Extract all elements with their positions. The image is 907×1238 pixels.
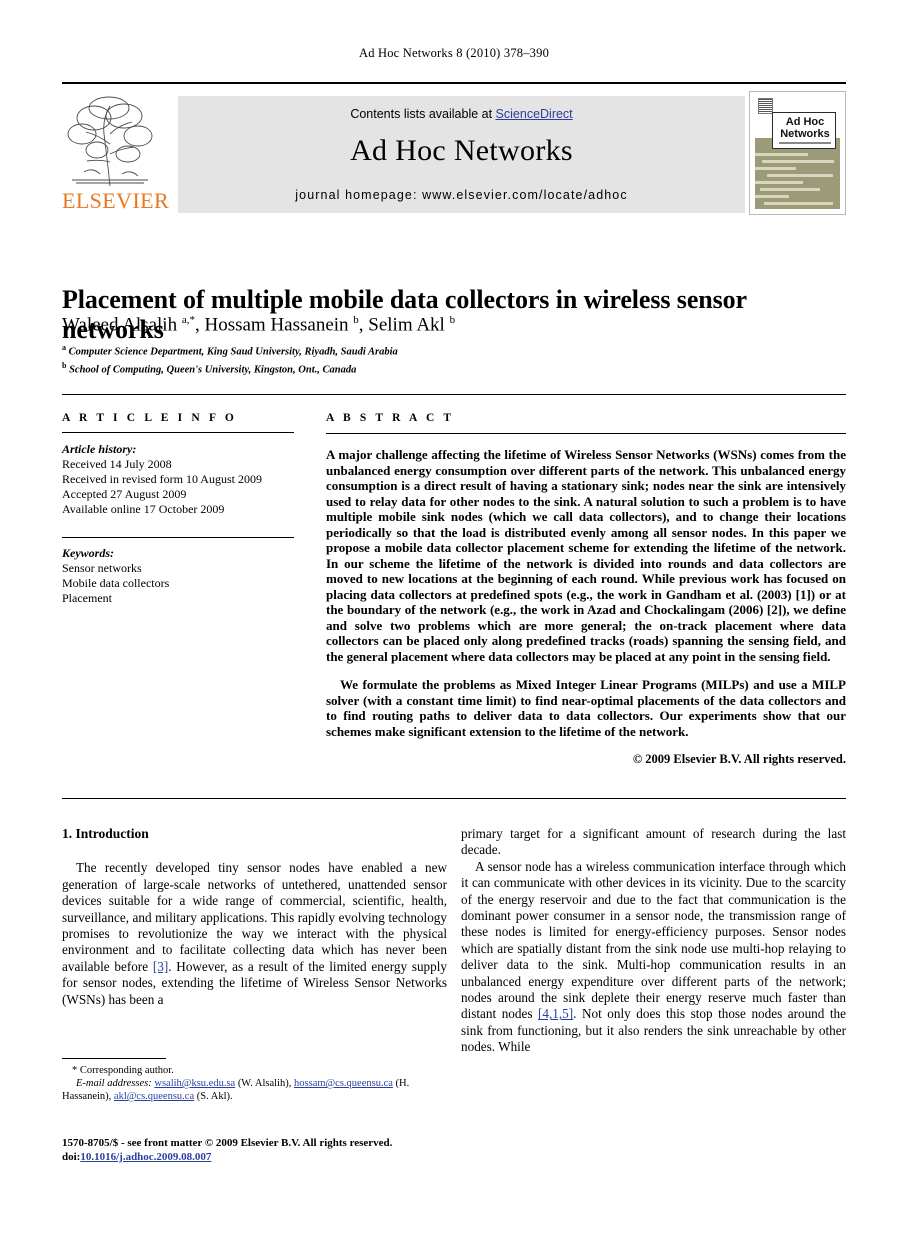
body-text: A sensor node has a wireless communicati… [461, 858, 846, 1022]
article-history-label: Article history: [62, 442, 137, 456]
abstract-paragraph: A major challenge affecting the lifetime… [326, 447, 846, 664]
body-paragraph: primary target for a significant amount … [461, 826, 846, 858]
masthead-grey-band: Contents lists available at ScienceDirec… [178, 96, 745, 213]
keyword-item: Sensor networks [62, 561, 142, 575]
affiliation-list: a Computer Science Department, King Saud… [62, 341, 852, 377]
cover-title-underline [779, 142, 831, 144]
doi-line: doi:10.1016/j.adhoc.2009.08.007 [62, 1151, 462, 1165]
affiliation-b-text: School of Computing, Queen's University,… [69, 364, 357, 376]
masthead-top-rule [62, 82, 846, 84]
email-link-alsalih[interactable]: wsalih@ksu.edu.sa [154, 1078, 235, 1089]
affiliation-a-text: Computer Science Department, King Saud U… [68, 346, 398, 358]
history-item: Received in revised form 10 August 2009 [62, 472, 262, 486]
contents-available-prefix: Contents lists available at [350, 107, 496, 121]
abstract-copyright: © 2009 Elsevier B.V. All rights reserved… [632, 752, 846, 766]
citation-ref[interactable]: [3] [153, 959, 168, 974]
affiliation-a: a Computer Science Department, King Saud… [62, 343, 398, 358]
keywords-block: Keywords: Sensor networks Mobile data co… [62, 537, 294, 606]
imprint-block: 1570-8705/$ - see front matter © 2009 El… [62, 1137, 462, 1164]
elsevier-tree-icon [64, 94, 156, 189]
cover-title-line1: Ad Hoc [785, 116, 825, 128]
history-item: Received 14 July 2008 [62, 457, 172, 471]
doi-link[interactable]: 10.1016/j.adhoc.2009.08.007 [80, 1151, 211, 1163]
keywords-rule [62, 537, 294, 538]
cover-elsevier-mark-icon [758, 98, 773, 114]
cover-text-lines [755, 153, 840, 209]
email-link-hassanein[interactable]: hossam@cs.queensu.ca [294, 1078, 393, 1089]
issn-front-matter: 1570-8705/$ - see front matter © 2009 El… [62, 1137, 393, 1149]
info-block-top-rule [62, 394, 846, 395]
cover-title-box: Ad Hoc Networks [772, 112, 836, 149]
section-heading-introduction: 1. Introduction [62, 826, 149, 841]
cover-title-line2: Networks [780, 128, 830, 140]
article-info-column: A R T I C L E I N F O Article history: R… [62, 412, 294, 606]
footnote-block: * Corresponding author. E-mail addresses… [62, 1058, 447, 1103]
journal-cover-thumbnail[interactable]: Ad Hoc Networks [749, 91, 846, 215]
author-list: Waleed Alsalih a,*, Hossam Hassanein b, … [62, 314, 456, 336]
history-item: Available online 17 October 2009 [62, 502, 225, 516]
doi-label: doi: [62, 1150, 81, 1163]
keywords-label: Keywords: [62, 546, 114, 560]
sciencedirect-link[interactable]: ScienceDirect [496, 107, 573, 121]
history-item: Accepted 27 August 2009 [62, 487, 187, 501]
body-column-left: 1. Introduction The recently developed t… [62, 826, 447, 1008]
email-addresses-label: E-mail addresses: [76, 1078, 152, 1089]
body-column-right: primary target for a significant amount … [461, 826, 846, 1056]
body-paragraph: A sensor node has a wireless communicati… [461, 859, 846, 1056]
abstract-rule [326, 433, 846, 434]
running-head: Ad Hoc Networks 8 (2010) 378–390 [358, 46, 550, 60]
email-link-akl[interactable]: akl@cs.queensu.ca [114, 1091, 194, 1102]
email-owner: (S. Akl). [194, 1091, 233, 1102]
abstract-paragraph: We formulate the problems as Mixed Integ… [326, 677, 846, 739]
keyword-item: Placement [62, 591, 112, 605]
body-paragraph: The recently developed tiny sensor nodes… [62, 860, 447, 1008]
corresponding-author-note: * Corresponding author. [72, 1065, 174, 1076]
article-info-rule [62, 432, 294, 433]
elsevier-wordmark: ELSEVIER [62, 188, 170, 213]
journal-article-page: Ad Hoc Networks 8 (2010) 378–390 ELSEVIE… [0, 0, 907, 1238]
email-owner: (W. Alsalih), [235, 1078, 295, 1089]
body-text: The recently developed tiny sensor nodes… [62, 860, 447, 974]
article-info-heading: A R T I C L E I N F O [62, 412, 237, 424]
email-addresses-note: E-mail addresses: wsalih@ksu.edu.sa (W. … [62, 1077, 447, 1103]
journal-title: Ad Hoc Networks [350, 134, 573, 167]
elsevier-logo: ELSEVIER [62, 94, 170, 214]
citation-ref[interactable]: [4,1,5] [538, 1006, 573, 1021]
abstract-column: A B S T R A C T A major challenge affect… [326, 412, 846, 767]
abstract-heading: A B S T R A C T [326, 412, 455, 424]
footnote-rule [62, 1058, 166, 1059]
journal-masthead: ELSEVIER Contents lists available at Sci… [62, 82, 846, 216]
affiliation-b: b School of Computing, Queen's Universit… [62, 361, 357, 376]
keyword-item: Mobile data collectors [62, 576, 170, 590]
contents-available-line: Contents lists available at ScienceDirec… [178, 107, 745, 121]
journal-homepage-line[interactable]: journal homepage: www.elsevier.com/locat… [178, 188, 745, 202]
info-block-bottom-rule [62, 798, 846, 799]
journal-cover-art: Ad Hoc Networks [755, 96, 840, 209]
